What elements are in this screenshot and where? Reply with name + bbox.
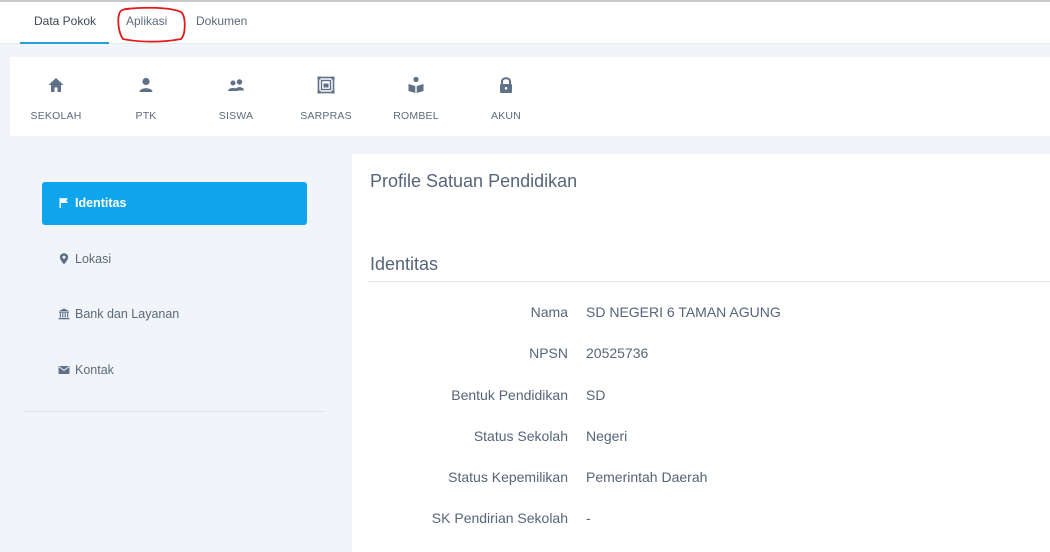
tab-data-pokok[interactable]: Data Pokok [34,14,96,28]
field-row: NPSN 20525736 [352,345,1050,365]
field-row: Nama SD NEGERI 6 TAMAN AGUNG [352,304,1050,324]
module-label: SISWA [218,110,254,122]
field-label: Status Sekolah [473,428,568,444]
reading-icon [408,76,424,93]
module-label: AKUN [491,110,521,122]
sidebar-item-label: Bank dan Layanan [75,307,180,321]
sidebar-item-bank-dan-layanan[interactable]: Bank dan Layanan [42,293,307,336]
sidebar-item-lokasi[interactable]: Lokasi [42,238,307,281]
user-icon [139,77,153,92]
module-ptk[interactable]: PTK [111,57,181,136]
module-label: ROMBEL [393,110,439,122]
active-tab-indicator [20,42,109,44]
module-bar: SEKOLAH PTK SISWA SARPRAS ROMBEL AKUN [10,57,1050,136]
bank-icon [58,308,70,320]
sidebar-item-kontak[interactable]: Kontak [42,349,307,392]
field-value: Pemerintah Daerah [586,469,708,485]
map-pin-icon [59,253,69,265]
field-value: 20525736 [586,345,649,361]
field-value: Negeri [586,428,628,444]
sidebar-item-label: Lokasi [75,252,112,266]
module-sarpras[interactable]: SARPRAS [291,57,361,136]
field-label: Status Kepemilikan [448,469,568,485]
module-label: SARPRAS [300,110,352,122]
field-row: Bentuk Pendidikan SD [352,387,1050,407]
field-row: Status Sekolah Negeri [352,428,1050,448]
field-value: SD NEGERI 6 TAMAN AGUNG [586,304,781,320]
page-title: Profile Satuan Pendidikan [370,171,578,191]
sidebar-item-label: Identitas [75,196,127,210]
section-title: Identitas [370,254,439,274]
module-akun[interactable]: AKUN [471,57,541,136]
field-value: SD [586,387,606,403]
field-value: - [586,510,591,526]
envelope-icon [58,366,70,374]
field-row: Status Kepemilikan Pemerintah Daerah [352,469,1050,489]
users-icon [228,79,244,91]
tab-dokumen[interactable]: Dokumen [196,14,247,28]
module-siswa[interactable]: SISWA [201,57,271,136]
field-label: NPSN [529,345,568,361]
module-label: PTK [135,110,157,122]
module-sekolah[interactable]: SEKOLAH [21,57,91,136]
sidebar-divider [24,411,324,412]
module-rombel[interactable]: ROMBEL [381,57,451,136]
section-divider [368,281,1050,282]
sidebar-item-label: Kontak [75,363,114,377]
flag-icon [59,198,68,208]
red-annotation-circle [117,6,186,43]
home-icon [48,78,64,92]
field-label: Nama [530,304,568,320]
field-label: SK Pendirian Sekolah [431,510,568,526]
building-frame-icon [317,76,335,94]
lock-icon [500,77,512,93]
module-label: SEKOLAH [30,110,82,122]
field-row: SK Pendirian Sekolah - [352,510,1050,530]
sidebar-item-identitas[interactable]: Identitas [42,182,307,225]
main-panel: Profile Satuan Pendidikan Identitas Nama… [352,154,1050,552]
field-label: Bentuk Pendidikan [451,387,568,403]
